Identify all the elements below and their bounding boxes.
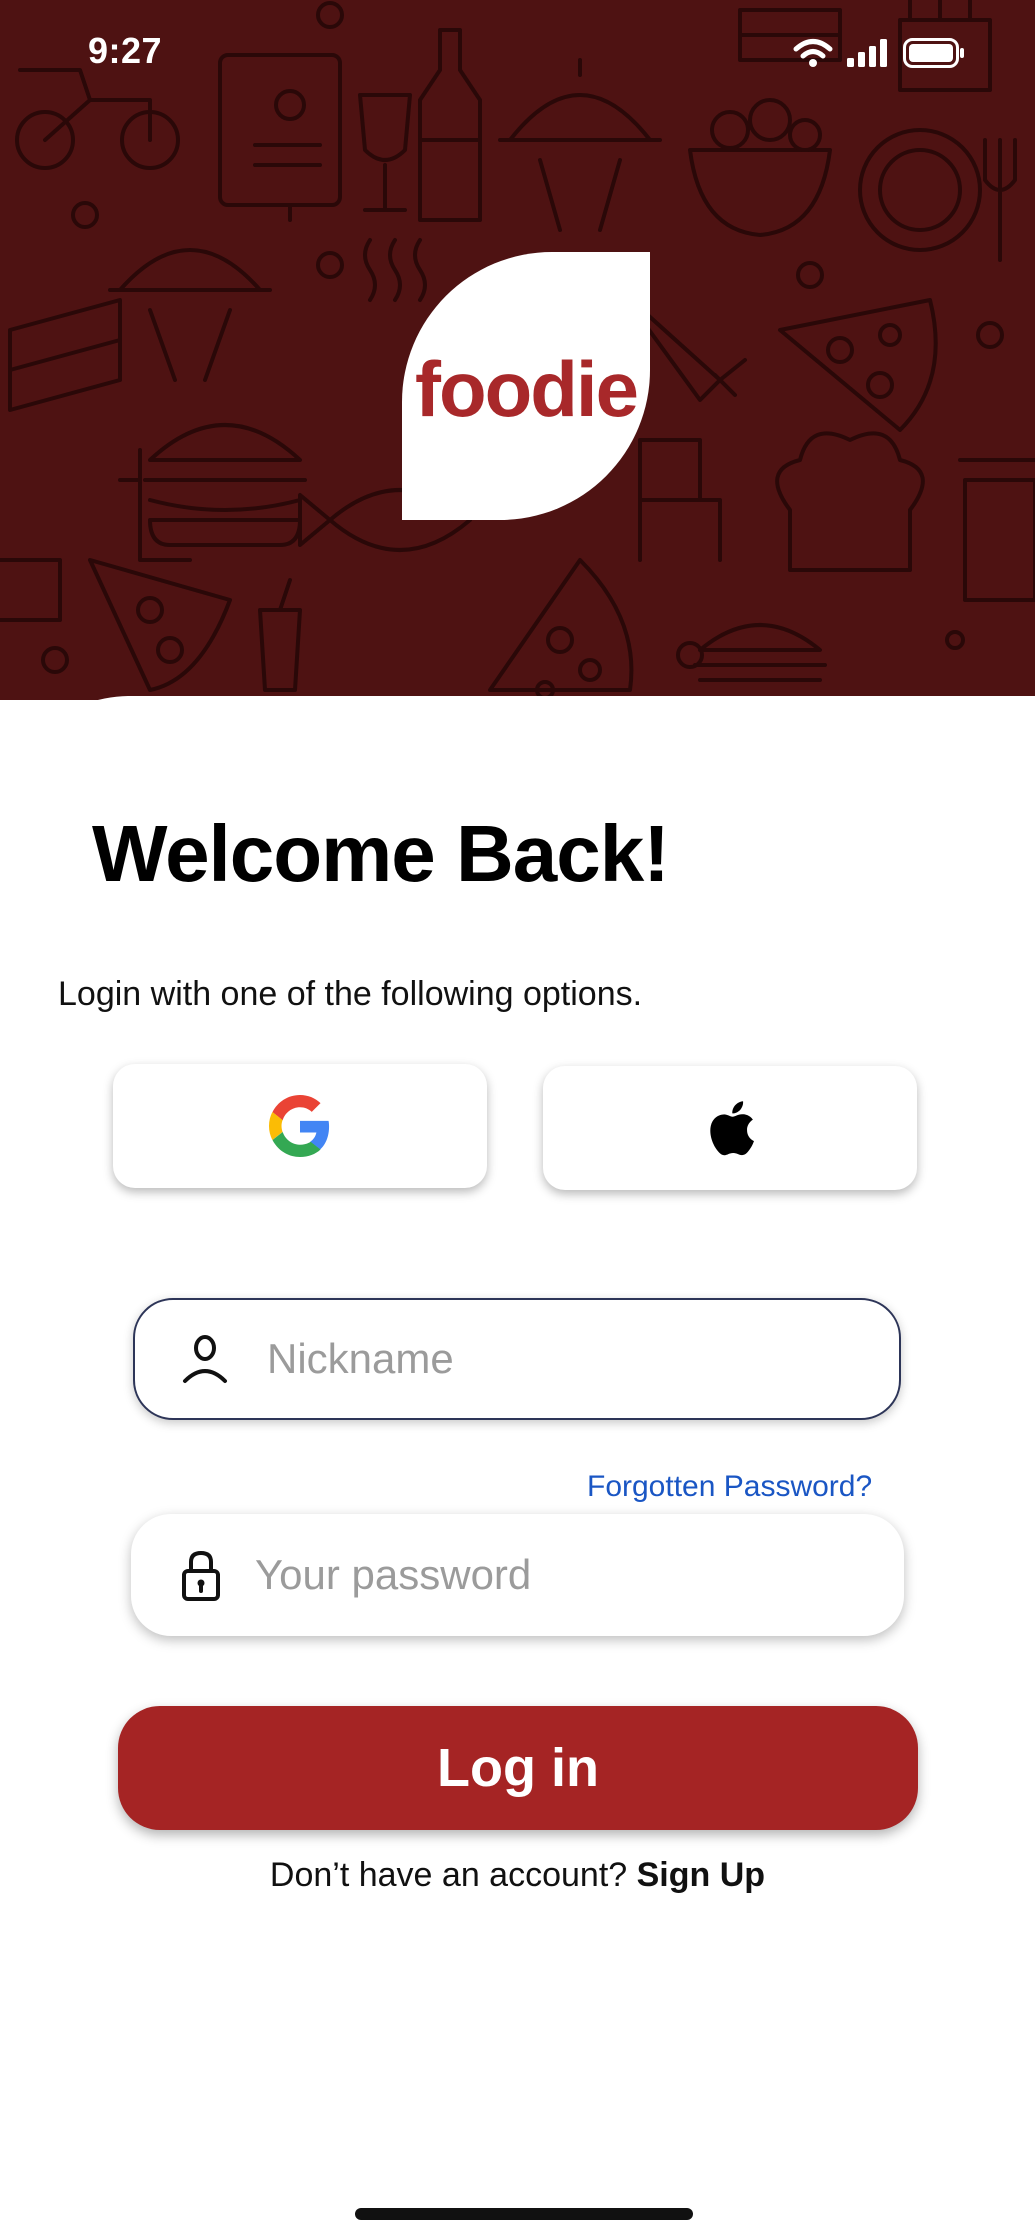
password-input[interactable] [255,1514,865,1636]
forgot-password-link[interactable]: Forgotten Password? [587,1470,872,1504]
signup-link[interactable]: Sign Up [637,1856,765,1894]
status-time: 9:27 [88,30,163,71]
google-icon [269,1095,330,1157]
user-icon [183,1335,227,1383]
login-options-subtitle: Login with one of the following options. [58,975,643,1013]
google-login-button[interactable] [113,1064,487,1188]
battery-icon [903,38,964,68]
hero-banner: 9:27 foodie [0,0,1035,700]
signup-prompt: Don’t have an account? [269,1856,637,1894]
login-button[interactable]: Log in [118,1706,918,1830]
login-card [0,696,1035,2240]
home-indicator[interactable] [355,2208,693,2220]
nickname-input[interactable] [267,1300,867,1418]
status-icons [793,38,965,68]
apple-login-button[interactable] [543,1066,917,1190]
login-screen: 9:27 foodie Welcome Back! Login with one… [0,0,1035,2240]
password-field[interactable] [131,1514,904,1636]
welcome-title: Welcome Back! [92,809,670,898]
lock-icon [182,1550,220,1601]
status-bar: 9:27 [0,0,1035,110]
logo-text: foodie [415,345,639,433]
apple-icon [710,1101,755,1156]
nickname-field[interactable] [133,1298,901,1420]
signal-icon [847,39,887,67]
signup-row: Don’t have an account? Sign Up [0,1856,1035,1895]
wifi-icon [793,39,833,67]
